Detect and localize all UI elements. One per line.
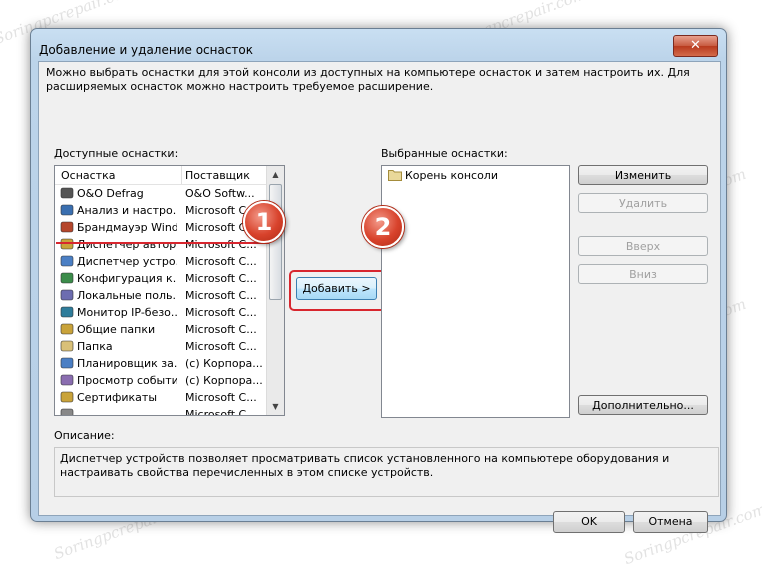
client-config-icon [60,272,74,284]
description-text: Диспетчер устройств позволяет просматрив… [60,452,670,479]
snapin-name: Локальные поль... [77,289,177,302]
list-item[interactable]: Сертификаты Microsoft C... [55,389,267,406]
column-header-snapin[interactable]: Оснастка [61,169,115,182]
snapin-name: Диспетчер устро... [77,255,177,268]
selected-item-console-root[interactable]: Корень консоли [405,169,498,182]
list-item[interactable]: Папка Microsoft C... [55,338,267,355]
snapin-vendor: Microsoft C... [185,408,257,416]
event-viewer-icon [60,374,74,386]
dialog-window: Добавление и удаление оснасток ✕ Можно в… [30,28,727,533]
list-item[interactable]: Монитор IP-безо... Microsoft C... [55,304,267,321]
snapin-name: Монитор IP-безо... [77,306,177,319]
scroll-down-icon[interactable]: ▼ [267,398,284,415]
folder-icon [388,170,402,181]
certificates-icon [60,391,74,403]
scheduler-icon [60,357,74,369]
move-up-button[interactable]: Вверх [578,236,708,256]
list-item[interactable]: Локальные поль... Microsoft C... [55,287,267,304]
list-item[interactable]: Брандмауэр Wind...Microsoft C... [55,219,267,236]
snapin-name: Диспетчер автор... [77,238,177,251]
remove-button[interactable]: Удалить [578,193,708,213]
folder-icon [60,340,74,352]
snapin-vendor: Microsoft C... [185,391,257,404]
edit-extensions-button[interactable]: Изменить расширения... [578,165,708,202]
list-item[interactable]: Планировщик за... (c) Корпора... [55,355,267,372]
firewall-icon [60,221,74,233]
list-item[interactable]: Microsoft C... [55,406,267,416]
selected-label: Выбранные оснастки: [381,147,508,160]
available-label: Доступные оснастки: [54,147,179,160]
annotation-badge-1: 1 [243,201,285,243]
snapin-vendor: Microsoft C... [185,272,257,285]
selected-snapins-list[interactable]: Корень консоли [381,165,570,418]
list-item[interactable]: Конфигурация к... Microsoft C... [55,270,267,287]
snapin-name: Общие папки [77,323,156,336]
list-item[interactable]: Общие папки Microsoft C... [55,321,267,338]
annotation-underline [56,242,269,244]
intro-text: Можно выбрать оснастки для этой консоли … [46,66,690,93]
unknown-icon [60,408,74,415]
list-item[interactable]: Диспетчер устро... Microsoft C... [55,253,267,270]
window-title: Добавление и удаление оснасток [39,43,254,57]
device-manager-icon [60,255,74,267]
shared-folders-icon [60,323,74,335]
description-label: Описание: [54,429,115,442]
snapin-name: Брандмауэр Wind... [77,221,177,234]
ip-monitor-icon [60,306,74,318]
dialog-client-area: Можно выбрать оснастки для этой консоли … [38,61,721,533]
add-button[interactable]: Добавить > [296,277,377,300]
snapin-name: Сертификаты [77,391,158,404]
snapin-vendor: Microsoft C... [185,306,257,319]
close-button[interactable]: ✕ [673,35,718,57]
snapin-vendor: O&O Softw... [185,187,255,200]
security-config-icon [60,204,74,216]
snapin-name: Конфигурация к... [77,272,177,285]
annotation-badge-2: 2 [362,206,404,248]
snapin-vendor: Microsoft C... [185,340,257,353]
snapin-vendor: (c) Корпора... [185,374,263,387]
list-item[interactable]: O&O Defrag O&O Softw... [55,185,267,202]
snapin-vendor: (c) Корпора... [185,357,263,370]
advanced-button[interactable]: Дополнительно... [578,395,708,415]
snapin-name: Планировщик за... [77,357,177,370]
snapin-name: Просмотр событий [77,374,177,387]
list-item[interactable]: Анализ и настро... Microsoft C... [55,202,267,219]
list-header: Оснастка Поставщик [55,166,267,185]
list-item[interactable]: Просмотр событий (c) Корпора... [55,372,267,389]
snapin-name: Папка [77,340,113,353]
column-header-vendor[interactable]: Поставщик [185,169,250,182]
move-down-button[interactable]: Вниз [578,264,708,284]
description-box: Диспетчер устройств позволяет просматрив… [54,447,719,497]
list-item[interactable]: Диспетчер автор... Microsoft C... [55,236,267,253]
cancel-button[interactable]: Отмена [633,511,708,533]
available-snapins-list[interactable]: Оснастка Поставщик O&O Defrag O&O Softw..… [54,165,285,416]
users-icon [60,289,74,301]
snapin-vendor: Microsoft C... [185,323,257,336]
snapin-name: O&O Defrag [77,187,144,200]
snapin-name: Анализ и настро... [77,204,177,217]
authorization-icon [60,238,74,250]
scroll-up-icon[interactable]: ▲ [267,166,284,183]
ok-button[interactable]: OK [553,511,625,533]
snapin-vendor: Microsoft C... [185,255,257,268]
defrag-icon [60,187,74,199]
snapin-vendor: Microsoft C... [185,289,257,302]
